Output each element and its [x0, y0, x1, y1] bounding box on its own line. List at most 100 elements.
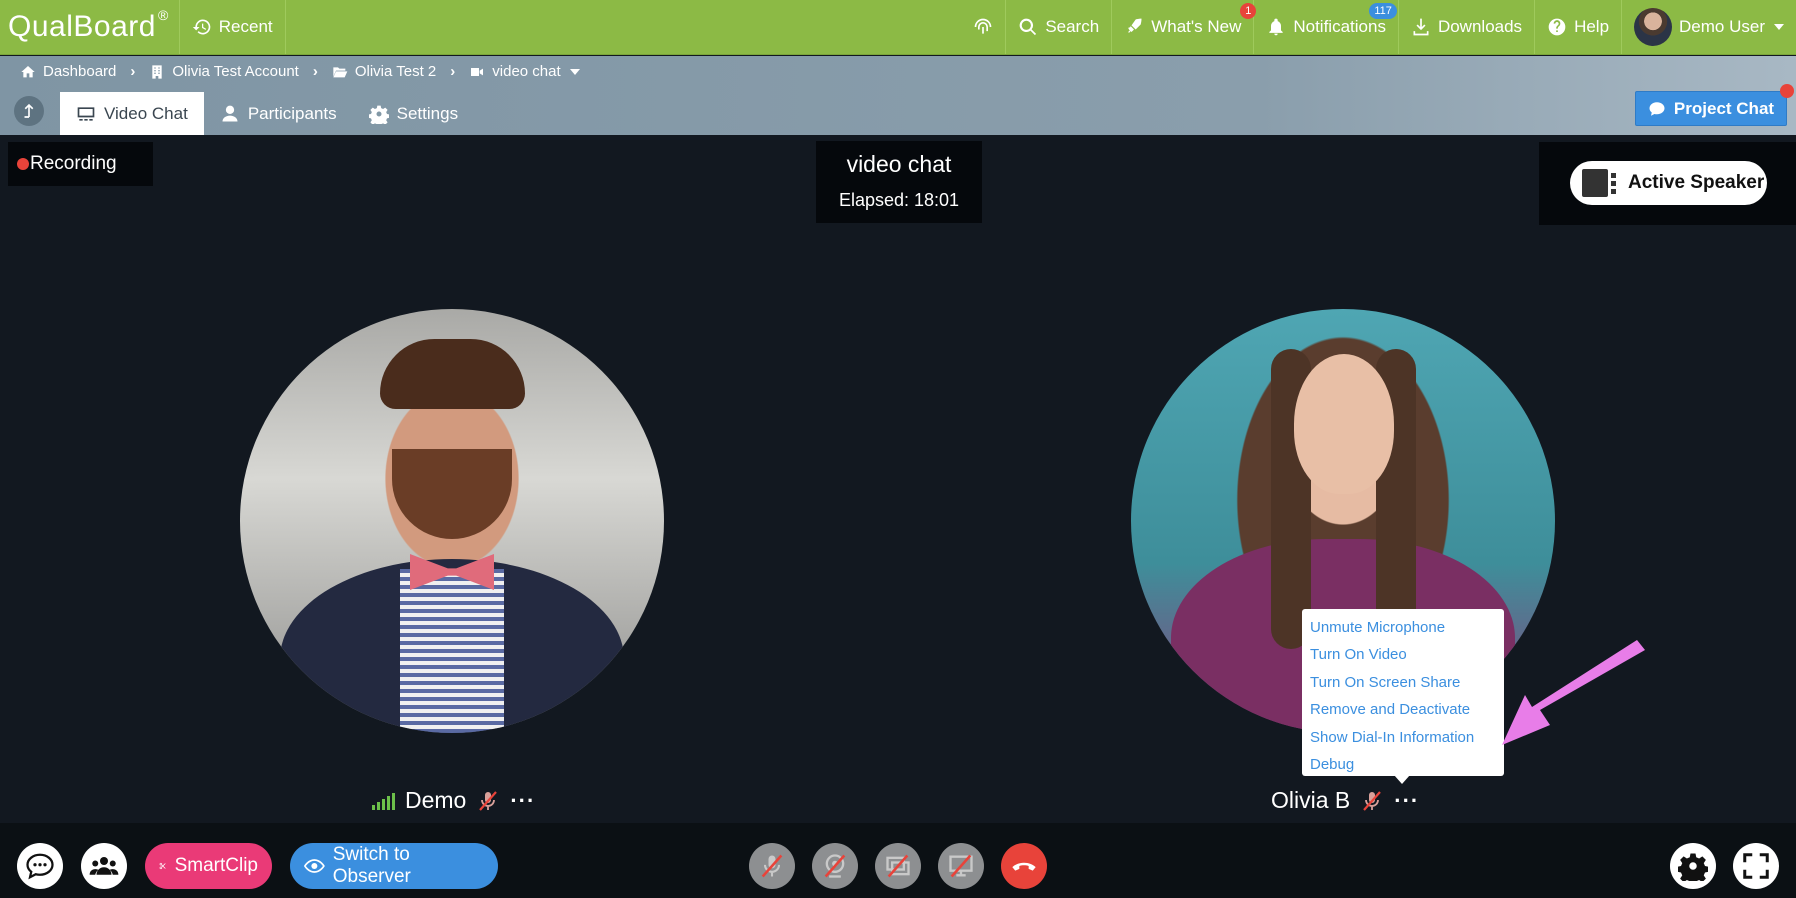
home-icon — [21, 65, 35, 77]
project-chat-button[interactable]: Project Chat — [1635, 91, 1787, 126]
menu-item-turn-on-screen-share[interactable]: Turn On Screen Share — [1310, 669, 1504, 696]
menu-item-unmute-microphone[interactable]: Unmute Microphone — [1310, 614, 1504, 641]
whats-new-label: What's New — [1151, 17, 1242, 36]
toggle-microphone-button[interactable] — [749, 843, 795, 889]
unread-indicator — [1780, 84, 1794, 98]
menu-pointer — [1394, 775, 1410, 784]
scissors-icon — [159, 862, 166, 870]
microphone-muted-icon[interactable] — [476, 789, 500, 813]
participant-nametag-demo: Demo ··· — [372, 787, 535, 814]
user-name: Demo User — [1679, 17, 1765, 36]
phone-hangup-icon — [1012, 862, 1036, 871]
tab-label: Settings — [396, 103, 459, 123]
arrow-up-return-icon — [24, 103, 34, 118]
search-icon — [1019, 18, 1037, 36]
settings-button[interactable] — [1670, 843, 1716, 889]
fullscreen-button[interactable] — [1733, 843, 1779, 889]
fingerprint-icon — [974, 18, 992, 34]
notifications-label: Notifications — [1293, 17, 1386, 36]
chat-bubble-icon — [26, 853, 54, 880]
building-icon — [152, 64, 163, 79]
recording-dot-icon — [17, 158, 29, 170]
participant-nametag-olivia: Olivia B ··· — [1271, 787, 1419, 814]
project-chat-label: Project Chat — [1673, 98, 1775, 118]
gear-icon — [368, 105, 389, 124]
help-button[interactable]: Help — [1535, 0, 1623, 54]
breadcrumb-label: Olivia Test Account — [172, 63, 299, 80]
recent-label: Recent — [218, 17, 273, 36]
tab-label: Video Chat — [104, 103, 188, 123]
brand-name: QualBoard — [8, 10, 156, 43]
brand-registered-mark: ® — [157, 7, 169, 23]
video-camera-icon — [471, 67, 484, 76]
session-title: video chat — [846, 151, 952, 177]
video-chat-icon — [77, 106, 95, 121]
user-menu[interactable]: Demo User — [1622, 0, 1796, 54]
toggle-camera-button[interactable] — [812, 843, 858, 889]
signal-strength-icon — [372, 792, 395, 810]
participants-button[interactable] — [81, 843, 127, 889]
breadcrumb-label: Olivia Test 2 — [354, 63, 437, 80]
tab-video-chat[interactable]: Video Chat — [60, 92, 204, 135]
menu-item-remove-and-deactivate[interactable]: Remove and Deactivate — [1310, 696, 1504, 723]
tab-settings[interactable]: Settings — [353, 92, 474, 135]
chat-bubble-icon — [1649, 101, 1665, 116]
back-button[interactable] — [14, 96, 44, 126]
switch-to-observer-button[interactable]: Switch to Observer — [290, 843, 498, 889]
microphone-off-icon — [761, 854, 783, 878]
toggle-screen-share-button[interactable] — [875, 843, 921, 889]
notifications-button[interactable]: Notifications 117 — [1254, 0, 1399, 54]
participant-context-menu: Unmute Microphone Turn On Video Turn On … — [1302, 609, 1504, 776]
chevron-down-icon — [569, 68, 580, 75]
breadcrumb-label: video chat — [492, 63, 561, 80]
downloads-button[interactable]: Downloads — [1399, 0, 1536, 54]
help-label: Help — [1574, 17, 1610, 36]
monitor-off-icon — [949, 854, 973, 878]
participant-video-demo[interactable] — [240, 309, 664, 733]
screen-share-off-icon — [886, 854, 910, 878]
microphone-muted-icon[interactable] — [1360, 789, 1384, 813]
breadcrumb-account[interactable]: Olivia Test Account — [149, 63, 299, 80]
elapsed-time: Elapsed: 18:01 — [838, 190, 960, 210]
recent-button[interactable]: Recent — [180, 0, 286, 54]
active-speaker-label: Active Speaker — [1628, 172, 1765, 193]
chat-button[interactable] — [17, 843, 63, 889]
breadcrumb-label: Dashboard — [43, 63, 117, 80]
hang-up-button[interactable] — [1001, 843, 1047, 889]
activity-tabs: Video Chat Participants Settings — [60, 92, 474, 135]
breadcrumb-project[interactable]: Olivia Test 2 — [332, 63, 436, 80]
notifications-badge: 117 — [1369, 3, 1397, 19]
participant-name: Demo — [405, 787, 467, 813]
users-group-icon — [89, 857, 119, 875]
participant-options-button[interactable]: ··· — [1394, 789, 1419, 811]
menu-item-turn-on-video[interactable]: Turn On Video — [1310, 641, 1504, 668]
fingerprint-button[interactable] — [961, 0, 1007, 54]
download-icon — [1413, 18, 1429, 36]
eye-icon — [304, 859, 325, 873]
search-button[interactable]: Search — [1006, 0, 1113, 54]
annotation-arrow-icon — [1502, 640, 1645, 745]
menu-item-show-dial-in-information[interactable]: Show Dial-In Information — [1310, 724, 1504, 751]
breadcrumb-dashboard[interactable]: Dashboard — [20, 63, 116, 80]
downloads-label: Downloads — [1437, 17, 1523, 36]
tab-participants[interactable]: Participants — [204, 92, 353, 135]
participant-options-button[interactable]: ··· — [510, 789, 535, 811]
bell-icon — [1269, 18, 1284, 36]
tab-label: Participants — [247, 103, 337, 123]
chevron-right-icon: › — [450, 63, 456, 80]
whats-new-button[interactable]: What's New 1 — [1112, 0, 1257, 54]
session-title-box: video chat Elapsed: 18:01 — [816, 141, 982, 223]
qualboard-logo[interactable]: QualBoard ® — [0, 0, 180, 54]
top-navbar: QualBoard ® Recent Search What's New 1 No… — [0, 0, 1796, 55]
user-avatar — [1634, 8, 1673, 46]
chevron-right-icon: › — [312, 63, 318, 80]
breadcrumb-activity[interactable]: video chat — [469, 63, 580, 80]
smartclip-button[interactable]: SmartClip — [145, 843, 272, 889]
fullscreen-icon — [1743, 853, 1769, 879]
active-speaker-toggle[interactable]: Active Speaker — [1570, 161, 1767, 205]
folder-open-icon — [333, 66, 348, 77]
toggle-presentation-button[interactable] — [938, 843, 984, 889]
observer-label: Switch to Observer — [332, 844, 411, 887]
smartclip-label: SmartClip — [174, 855, 258, 876]
recording-indicator: Recording — [8, 142, 153, 186]
